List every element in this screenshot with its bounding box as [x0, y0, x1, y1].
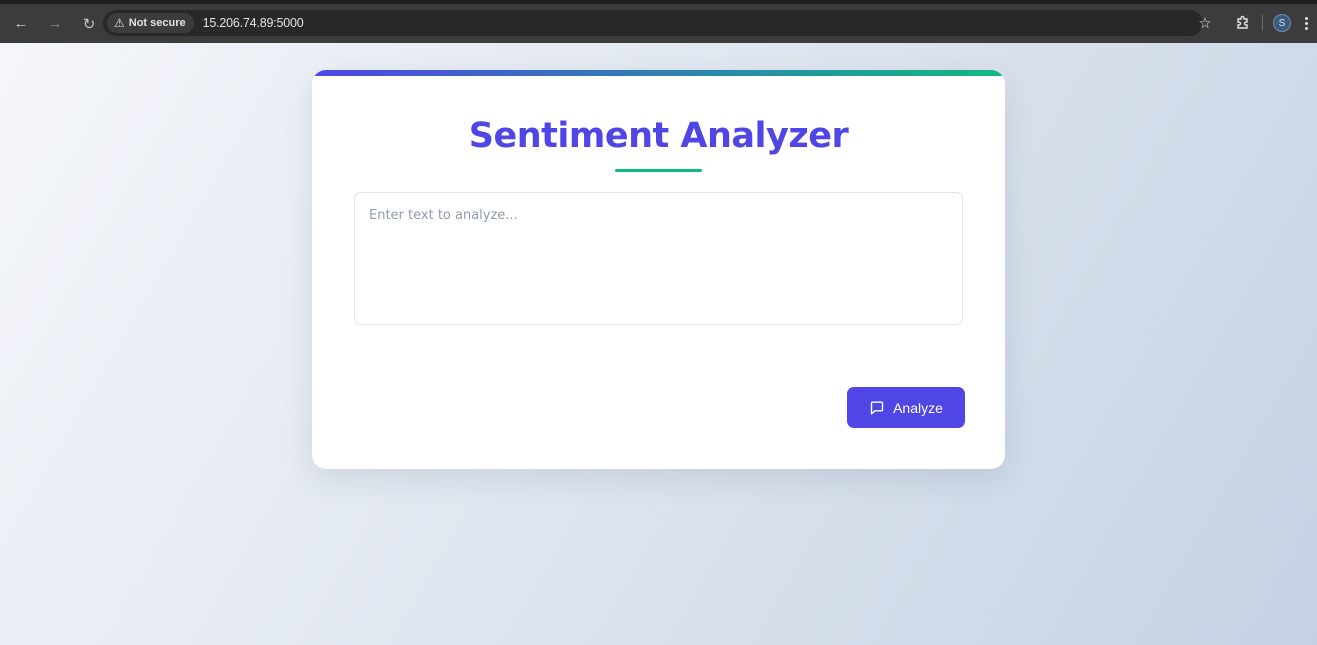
avatar: S [1273, 14, 1291, 32]
profile-button[interactable]: S [1269, 10, 1295, 36]
page-title: Sentiment Analyzer [468, 116, 849, 156]
reload-button[interactable]: ↻ [76, 11, 102, 37]
bookmark-button[interactable]: ☆ [1192, 10, 1218, 36]
back-button[interactable]: ← [8, 11, 34, 37]
reload-icon: ↻ [82, 15, 96, 33]
puzzle-icon [1237, 15, 1248, 29]
arrow-left-icon: ← [13, 15, 29, 32]
extensions-button[interactable] [1230, 10, 1256, 36]
page-viewport: Sentiment Analyzer Analyze [0, 43, 1317, 645]
more-vertical-icon[interactable] [1299, 10, 1313, 36]
title-underline [615, 169, 702, 172]
toolbar-divider [1262, 15, 1263, 31]
security-label: Not secure [128, 17, 186, 29]
analyze-button[interactable]: Analyze [847, 387, 965, 428]
arrow-right-icon: → [47, 15, 63, 32]
forward-button[interactable]: → [42, 11, 68, 37]
star-icon: ☆ [1198, 15, 1212, 32]
card-accent-bar [312, 70, 1005, 76]
message-square-icon [870, 401, 884, 414]
analyze-button-label: Analyze [893, 399, 943, 416]
security-indicator[interactable]: ⚠ Not secure [107, 13, 194, 33]
browser-toolbar: ← → ↻ ⚠ Not secure 15.206.74.89:5000 ☆ S [0, 0, 1317, 43]
text-input[interactable] [354, 192, 963, 325]
analyzer-card: Sentiment Analyzer Analyze [312, 70, 1005, 469]
warning-icon: ⚠ [114, 16, 125, 30]
address-bar[interactable]: ⚠ Not secure 15.206.74.89:5000 [103, 10, 1203, 36]
url-text[interactable]: 15.206.74.89:5000 [203, 16, 304, 30]
